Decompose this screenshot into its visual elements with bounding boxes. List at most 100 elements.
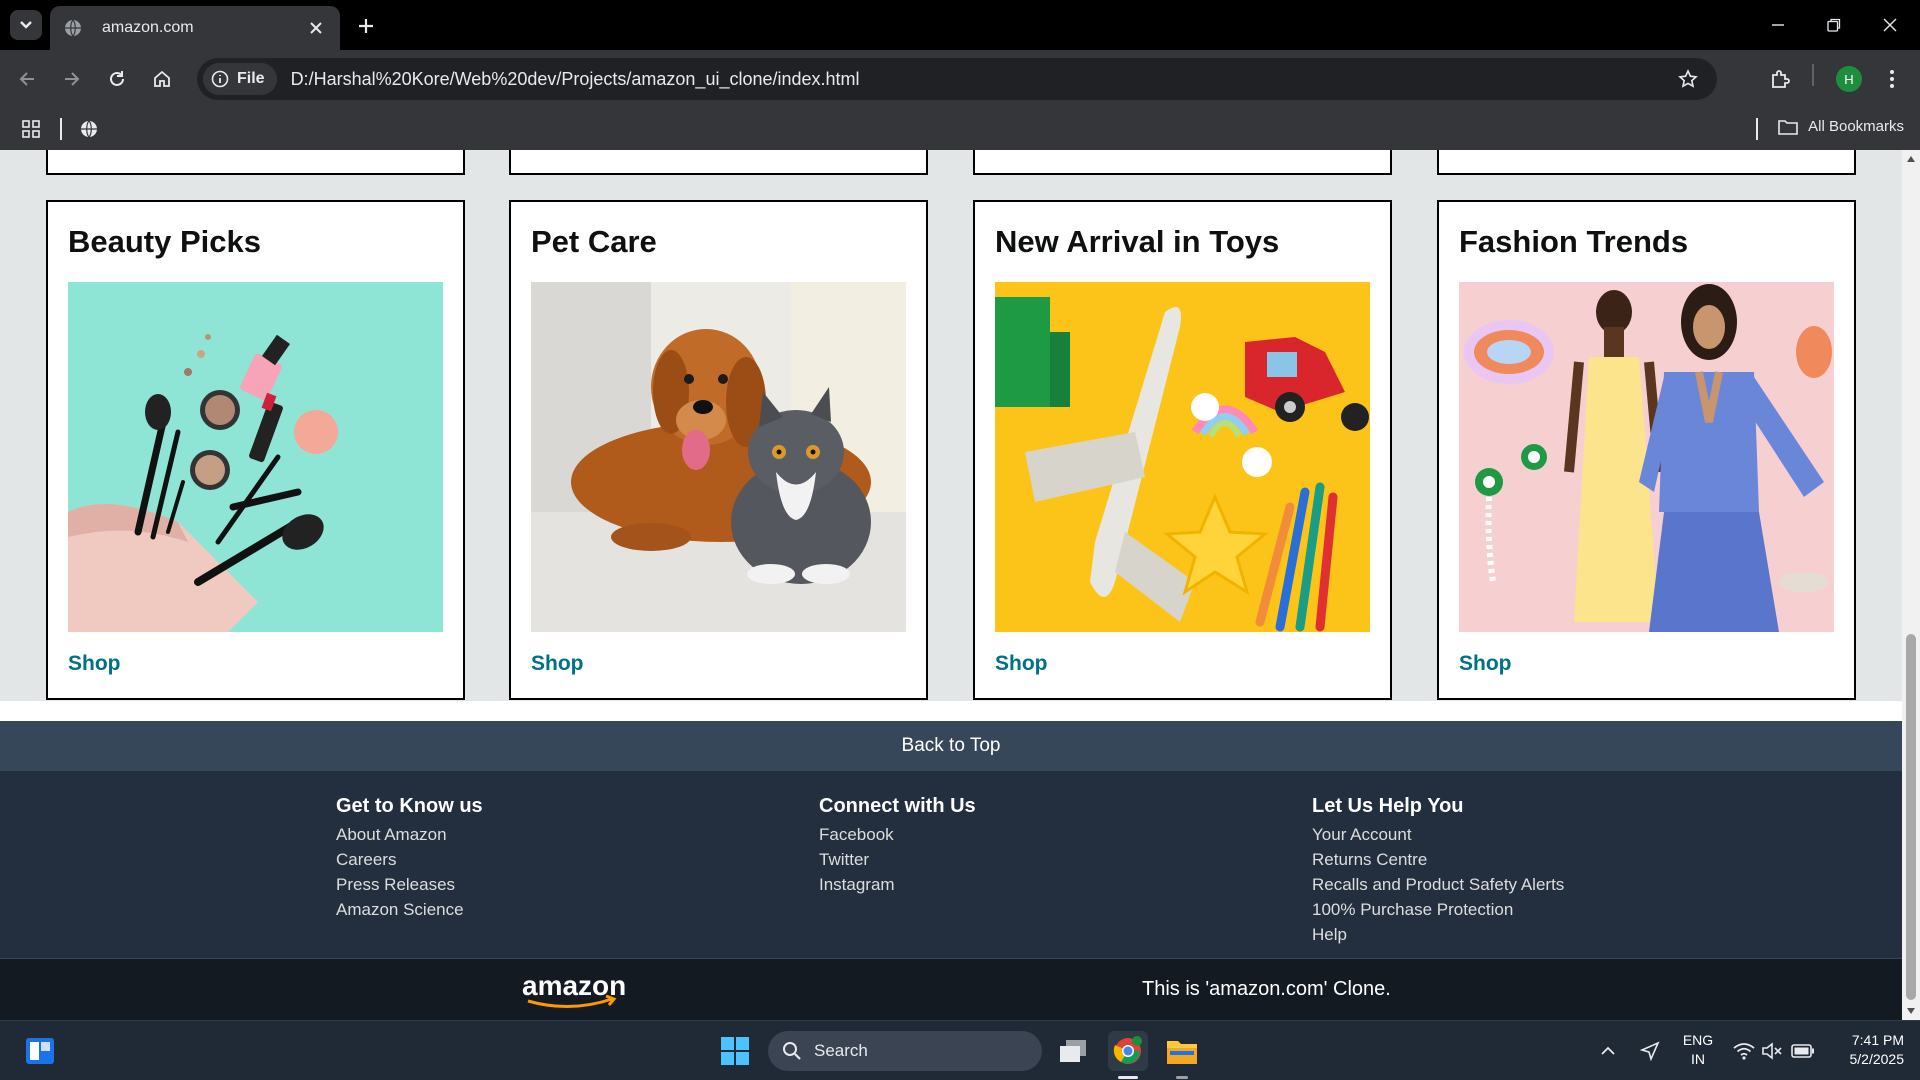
all-bookmarks-label: All Bookmarks bbox=[1808, 118, 1904, 135]
tray-chevron-up-icon[interactable] bbox=[1598, 1041, 1618, 1061]
footer-column-get-to-know: Get to Know us About Amazon Careers Pres… bbox=[336, 795, 483, 922]
beauty-products-image[interactable] bbox=[68, 282, 443, 632]
clock-date: 5/2/2025 bbox=[1849, 1051, 1905, 1067]
scroll-thumb[interactable] bbox=[1906, 634, 1916, 1000]
footer-column-help: Let Us Help You Your Account Returns Cen… bbox=[1312, 795, 1564, 947]
chrome-taskbar-icon[interactable] bbox=[1108, 1031, 1148, 1071]
card-title: Fashion Trends bbox=[1459, 224, 1689, 259]
windows-taskbar: Search ENG IN 7:41 PM 5/2/2025 bbox=[0, 1020, 1920, 1080]
tab-search-button[interactable] bbox=[10, 10, 42, 40]
close-tab-icon[interactable] bbox=[306, 18, 326, 38]
kebab-menu-icon bbox=[1890, 70, 1894, 88]
globe-icon bbox=[64, 19, 82, 37]
task-view-icon[interactable] bbox=[1056, 1034, 1090, 1068]
battery-icon[interactable] bbox=[1790, 1039, 1816, 1063]
footer-link[interactable]: Press Releases bbox=[336, 872, 483, 897]
language-code: ENG bbox=[1682, 1032, 1714, 1048]
footer-heading: Get to Know us bbox=[336, 795, 483, 817]
footer-link[interactable]: Amazon Science bbox=[336, 897, 483, 922]
bookmarks-divider bbox=[1756, 118, 1758, 140]
info-icon bbox=[211, 70, 229, 88]
toolbar-divider bbox=[1812, 64, 1814, 86]
bookmark-star-icon[interactable] bbox=[1673, 64, 1703, 94]
extensions-button[interactable] bbox=[1766, 64, 1796, 94]
footer-link[interactable]: Facebook bbox=[819, 822, 976, 847]
globe-bookmark-icon[interactable] bbox=[80, 120, 98, 143]
reload-icon bbox=[110, 71, 124, 86]
card-title: Beauty Picks bbox=[68, 224, 261, 259]
new-tab-button[interactable] bbox=[352, 12, 380, 40]
footer-link[interactable]: Returns Centre bbox=[1312, 847, 1564, 872]
reload-button[interactable] bbox=[102, 64, 132, 94]
minimize-button[interactable] bbox=[1750, 0, 1806, 50]
page-scrollbar[interactable] bbox=[1902, 150, 1920, 1020]
volume-muted-icon[interactable] bbox=[1760, 1039, 1784, 1063]
card-partial bbox=[1437, 150, 1856, 175]
footer-bottom: amazon This is 'amazon.com' Clone. bbox=[0, 958, 1902, 1020]
file-label: File bbox=[237, 70, 265, 87]
fashion-models-image[interactable] bbox=[1459, 282, 1834, 632]
card-fashion-trends: Fashion Trends Shop bbox=[1437, 200, 1856, 700]
card-title: Pet Care bbox=[531, 224, 657, 259]
arrow-right-icon bbox=[65, 72, 80, 86]
language-indicator[interactable]: ENG IN bbox=[1680, 1031, 1716, 1069]
running-app-indicator bbox=[1176, 1076, 1188, 1079]
footer-heading: Connect with Us bbox=[819, 795, 976, 817]
back-to-top-button[interactable]: Back to Top bbox=[0, 721, 1902, 771]
file-explorer-icon[interactable] bbox=[1164, 1033, 1200, 1069]
footer-link[interactable]: Instagram bbox=[819, 872, 976, 897]
all-bookmarks-button[interactable]: All Bookmarks bbox=[1778, 118, 1904, 135]
site-info-chip[interactable]: File bbox=[203, 63, 277, 95]
region-code: IN bbox=[1691, 1051, 1705, 1067]
arrow-left-icon bbox=[19, 72, 34, 86]
forward-button[interactable] bbox=[57, 64, 87, 94]
avatar: H bbox=[1836, 66, 1862, 92]
scroll-down-icon[interactable] bbox=[1905, 1005, 1917, 1017]
toys-image[interactable] bbox=[995, 282, 1370, 632]
search-icon bbox=[783, 1042, 801, 1060]
amazon-logo[interactable]: amazon bbox=[520, 971, 625, 1011]
folder-icon bbox=[1778, 119, 1798, 135]
back-button[interactable] bbox=[12, 64, 42, 94]
taskbar-search[interactable]: Search bbox=[768, 1031, 1042, 1071]
chevron-down-icon bbox=[20, 21, 32, 29]
bookmarks-bar: All Bookmarks bbox=[0, 108, 1920, 150]
profile-button[interactable]: H bbox=[1834, 64, 1864, 94]
restore-button[interactable] bbox=[1806, 0, 1862, 50]
tab-title: amazon.com bbox=[102, 19, 194, 36]
active-app-indicator bbox=[1118, 1076, 1138, 1079]
footer-link[interactable]: About Amazon bbox=[336, 822, 483, 847]
section-spacer bbox=[0, 701, 1902, 721]
shop-link[interactable]: Shop bbox=[531, 652, 584, 676]
shop-link[interactable]: Shop bbox=[995, 652, 1048, 676]
footer-link[interactable]: 100% Purchase Protection bbox=[1312, 897, 1564, 922]
address-bar[interactable]: File D:/Harshal%20Kore/Web%20dev/Project… bbox=[197, 58, 1717, 100]
card-partial bbox=[46, 150, 465, 175]
search-label: Search bbox=[814, 1041, 868, 1060]
footer-link[interactable]: Careers bbox=[336, 847, 483, 872]
menu-button[interactable] bbox=[1880, 64, 1904, 94]
close-window-button[interactable] bbox=[1862, 0, 1918, 50]
url-text[interactable]: D:/Harshal%20Kore/Web%20dev/Projects/ama… bbox=[291, 69, 1673, 90]
home-button[interactable] bbox=[147, 64, 177, 94]
footer-heading: Let Us Help You bbox=[1312, 795, 1464, 817]
widgets-icon[interactable] bbox=[24, 1035, 56, 1067]
location-icon[interactable] bbox=[1638, 1039, 1662, 1063]
windows-start-icon[interactable] bbox=[718, 1034, 752, 1068]
card-partial bbox=[973, 150, 1392, 175]
footer-link[interactable]: Recalls and Product Safety Alerts bbox=[1312, 872, 1564, 897]
card-pet-care: Pet Care Shop bbox=[509, 200, 928, 700]
card-toys: New Arrival in Toys Shop bbox=[973, 200, 1392, 700]
footer-link[interactable]: Twitter bbox=[819, 847, 976, 872]
wifi-icon[interactable] bbox=[1732, 1039, 1756, 1063]
clock[interactable]: 7:41 PM 5/2/2025 bbox=[1830, 1031, 1905, 1069]
dog-and-cat-image[interactable] bbox=[531, 282, 906, 632]
footer-link[interactable]: Help bbox=[1312, 922, 1564, 947]
shop-link[interactable]: Shop bbox=[68, 652, 121, 676]
plus-icon bbox=[359, 19, 373, 33]
apps-grid-icon[interactable] bbox=[22, 120, 40, 143]
footer-link[interactable]: Your Account bbox=[1312, 822, 1564, 847]
shop-link[interactable]: Shop bbox=[1459, 652, 1512, 676]
scroll-up-icon[interactable] bbox=[1905, 153, 1917, 165]
tab-amazon[interactable]: amazon.com bbox=[50, 6, 340, 50]
